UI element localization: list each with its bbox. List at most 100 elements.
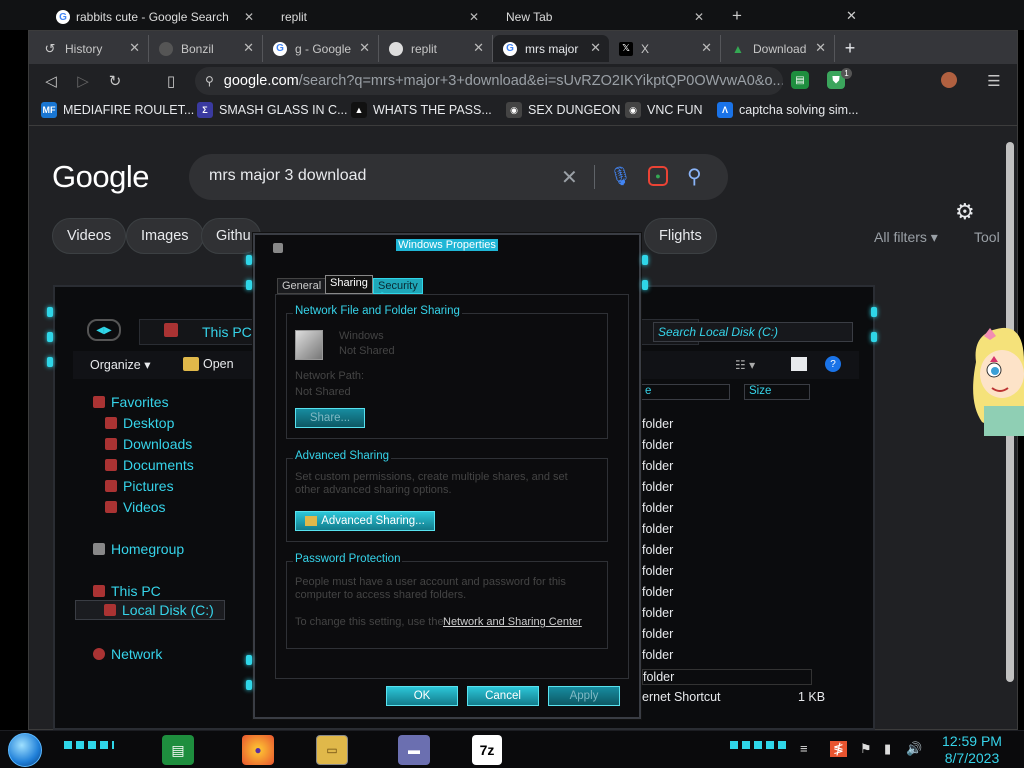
chip-videos[interactable]: Videos <box>52 218 127 254</box>
bookmark-captcha[interactable]: Λ captcha solving sim... <box>717 102 859 118</box>
nav-downloads[interactable]: Downloads <box>105 436 192 452</box>
file-row-type[interactable]: folder <box>642 522 673 536</box>
tab-sharing[interactable]: Sharing <box>325 275 373 294</box>
tab-x[interactable]: 𝕏 X ✕ <box>609 35 721 62</box>
open-button[interactable]: Open <box>203 357 234 371</box>
file-row-type[interactable]: folder <box>642 501 673 515</box>
tab-bonzil[interactable]: Bonzil ✕ <box>149 35 263 62</box>
close-icon[interactable]: ✕ <box>590 40 601 56</box>
close-icon[interactable]: ✕ <box>359 40 370 56</box>
bookmark-sex-dungeon[interactable]: ◉ SEX DUNGEON <box>506 102 620 118</box>
file-row-type[interactable]: folder <box>642 648 673 662</box>
tab-history[interactable]: ↺ History ✕ <box>33 35 149 62</box>
chip-images[interactable]: Images <box>126 218 204 254</box>
file-row-type[interactable]: folder <box>642 543 673 557</box>
apply-button[interactable]: Apply <box>548 686 620 706</box>
help-icon[interactable]: ? <box>825 356 841 372</box>
close-icon[interactable]: ✕ <box>469 10 479 24</box>
file-row-type[interactable]: folder <box>642 585 673 599</box>
column-header-size[interactable]: Size <box>744 384 810 400</box>
close-icon[interactable]: ✕ <box>701 40 712 56</box>
menu-icon[interactable]: ☰ <box>984 71 1004 91</box>
file-row-type[interactable]: folder <box>642 627 673 641</box>
new-tab-plus-icon[interactable]: + <box>732 6 742 26</box>
stack-icon[interactable]: ≡ <box>800 741 808 756</box>
site-info-icon[interactable]: ⚲ <box>205 74 214 88</box>
ok-button[interactable]: OK <box>386 686 458 706</box>
chevron-down-icon[interactable]: ✕ <box>846 8 857 24</box>
tab-replit[interactable]: replit ✕ <box>379 35 493 62</box>
nav-network[interactable]: Network <box>93 646 162 662</box>
network-sharing-center-link[interactable]: Network and Sharing Center <box>443 616 582 628</box>
google-logo[interactable]: Google <box>52 159 149 195</box>
close-icon[interactable]: ✕ <box>243 40 254 56</box>
close-icon[interactable]: ✕ <box>129 40 140 56</box>
nav-this-pc[interactable]: This PC <box>93 583 161 599</box>
search-icon[interactable]: ⚲ <box>687 164 702 189</box>
reload-icon[interactable]: ↻ <box>105 71 125 91</box>
nav-favorites[interactable]: Favorites <box>93 394 169 410</box>
search-box[interactable]: mrs major 3 download ✕ 🎙 ● ⚲ <box>189 154 728 200</box>
close-icon[interactable]: ✕ <box>694 10 704 24</box>
explorer-search-input[interactable]: Search Local Disk (C:) <box>653 322 853 342</box>
file-row-type[interactable]: folder <box>642 459 673 473</box>
preview-pane-icon[interactable] <box>791 357 807 371</box>
cancel-button[interactable]: Cancel <box>467 686 539 706</box>
start-button[interactable] <box>8 733 42 767</box>
column-header-name[interactable]: e <box>640 384 730 400</box>
back-tab-newtab[interactable]: New Tab ✕ <box>500 4 710 30</box>
taskbar-app-control-panel[interactable]: ▬ <box>398 735 430 765</box>
taskbar-app-explorer[interactable]: ▭ <box>316 735 348 765</box>
chip-github[interactable]: Githu <box>201 218 261 254</box>
all-filters-button[interactable]: All filters ▾ <box>874 229 938 246</box>
file-row-type[interactable]: folder <box>642 438 673 452</box>
lens-icon[interactable]: ● <box>648 166 668 186</box>
taskbar-app-sheets[interactable]: ▤ <box>162 735 194 765</box>
system-clock[interactable]: 12:59 PM 8/7/2023 <box>932 733 1012 767</box>
bookmark-vnc-fun[interactable]: ◉ VNC FUN <box>625 102 703 118</box>
tray-app-icon[interactable]: ≸ <box>830 741 847 757</box>
address-bar[interactable]: ⚲ google.com /search?q=mrs+major+3+downl… <box>195 67 783 95</box>
bookmark-icon[interactable]: ▯ <box>161 71 181 91</box>
tab-download[interactable]: ▲ Download ✕ <box>721 35 835 62</box>
file-row-type[interactable]: ernet Shortcut <box>642 690 721 704</box>
nav-local-disk[interactable]: Local Disk (C:) <box>75 600 225 620</box>
close-icon[interactable]: ✕ <box>815 40 826 56</box>
organize-button[interactable]: Organize ▾ <box>90 357 150 372</box>
advanced-sharing-button[interactable]: Advanced Sharing... <box>295 511 435 531</box>
back-tab-replit[interactable]: replit ✕ <box>275 4 485 30</box>
profile-avatar[interactable] <box>941 72 957 88</box>
nav-desktop[interactable]: Desktop <box>105 415 174 431</box>
volume-icon[interactable]: 🔊 <box>906 741 922 757</box>
view-options-icon[interactable]: ☷ ▾ <box>735 358 755 372</box>
search-input[interactable]: mrs major 3 download <box>209 167 366 185</box>
microphone-icon[interactable]: 🎙 <box>609 166 632 187</box>
taskbar-app-7zip[interactable]: 7z <box>472 735 502 765</box>
bookmark-mediafire[interactable]: MF MEDIAFIRE ROULET... <box>41 102 194 118</box>
chip-flights[interactable]: Flights <box>644 218 717 254</box>
tab-general[interactable]: General <box>277 278 327 294</box>
extension-icon[interactable]: ▤ <box>791 71 809 89</box>
nav-documents[interactable]: Documents <box>105 457 194 473</box>
flag-icon[interactable]: ⚑ <box>860 741 872 757</box>
back-forward-icon[interactable]: ◀▶ <box>87 319 121 341</box>
settings-gear-icon[interactable]: ⚙ <box>955 199 975 225</box>
share-button[interactable]: Share... <box>295 408 365 428</box>
nav-homegroup[interactable]: Homegroup <box>93 541 184 557</box>
nav-pictures[interactable]: Pictures <box>105 478 174 494</box>
forward-arrow-icon[interactable]: ▷ <box>73 71 93 91</box>
file-row-type[interactable]: folder <box>642 417 673 431</box>
taskbar-app-firefox[interactable]: ● <box>242 735 274 765</box>
tools-button[interactable]: Tool <box>974 229 1000 245</box>
network-signal-icon[interactable]: ▮ <box>884 741 891 757</box>
file-row-type[interactable]: folder <box>642 480 673 494</box>
bookmark-smash-glass[interactable]: Σ SMASH GLASS IN C... <box>197 102 348 118</box>
back-arrow-icon[interactable]: ◁ <box>41 71 61 91</box>
file-row-type[interactable]: folder <box>642 669 812 685</box>
back-tab-rabbits[interactable]: G rabbits cute - Google Search ✕ <box>50 4 260 30</box>
file-row-type[interactable]: folder <box>642 606 673 620</box>
tab-mrs-major[interactable]: G mrs major ✕ <box>493 35 609 62</box>
close-icon[interactable]: ✕ <box>473 40 484 56</box>
clear-icon[interactable]: ✕ <box>561 165 578 190</box>
close-icon[interactable]: ✕ <box>244 10 254 24</box>
